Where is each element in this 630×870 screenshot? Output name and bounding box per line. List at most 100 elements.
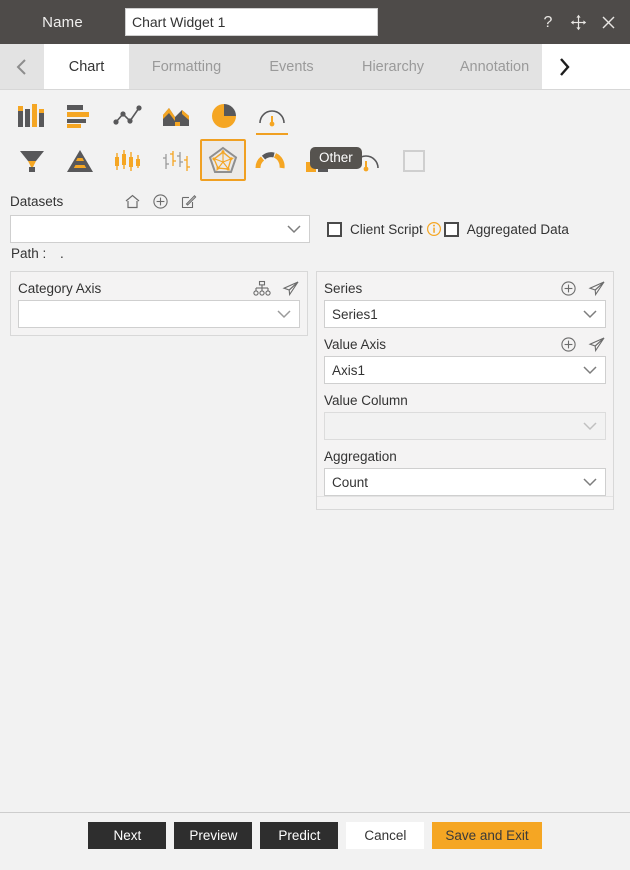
tab-annotation[interactable]: Annotation (447, 44, 542, 89)
predict-button[interactable]: Predict (260, 822, 339, 849)
chart-type-picker: Other (0, 90, 630, 186)
bar-chart-icon[interactable] (56, 94, 104, 138)
aggregated-data-label: Aggregated Data (466, 221, 569, 237)
datasets-select[interactable] (10, 215, 310, 243)
funnel-chart-icon[interactable] (8, 139, 56, 183)
series-title: Series (324, 280, 363, 296)
help-icon[interactable]: ? (538, 11, 558, 33)
value-column-select[interactable] (324, 412, 606, 440)
footer-padding (0, 864, 630, 870)
ohlc-chart-icon[interactable] (152, 139, 200, 183)
home-icon[interactable] (123, 192, 141, 210)
area-chart-icon[interactable] (152, 94, 200, 138)
bullet-chart-icon[interactable]: Other (294, 139, 362, 183)
svg-text:?: ? (544, 14, 553, 31)
candlestick-chart-icon[interactable] (104, 139, 152, 183)
category-axis-header-icons (253, 279, 300, 297)
value-axis-select[interactable]: Axis1 (324, 356, 606, 384)
series-header: Series (324, 278, 606, 298)
tab-formatting-label: Formatting (151, 58, 222, 75)
preview-button[interactable]: Preview (174, 822, 253, 849)
save-and-exit-button[interactable]: Save and Exit (432, 822, 542, 849)
tab-chart-label: Chart (68, 58, 105, 75)
series-config-panel: Series Series1 Value Axis Axis1 Value Co… (316, 271, 614, 510)
cancel-button[interactable]: Cancel (346, 822, 425, 849)
info-icon[interactable] (426, 221, 442, 237)
send-icon[interactable] (588, 279, 606, 297)
category-axis-panel: Category Axis (10, 271, 308, 336)
tab-annotation-label: Annotation (459, 58, 530, 75)
dialog-titlebar: Name ? (0, 0, 630, 44)
datasets-row: Client Script Aggregated Data (10, 215, 620, 243)
tabs-scroll-left-icon[interactable] (0, 44, 44, 89)
next-button[interactable]: Next (88, 822, 167, 849)
window-controls: ? (538, 11, 630, 33)
tab-bar: Chart Formatting Events Hierarchy Annota… (0, 44, 630, 90)
send-icon[interactable] (588, 335, 606, 353)
aggregation-value: Count (332, 474, 369, 490)
dial-gauge-chart-icon[interactable] (342, 139, 390, 183)
edit-icon[interactable] (179, 192, 197, 210)
chevron-down-icon (276, 307, 292, 322)
category-axis-header: Category Axis (18, 278, 300, 298)
dialog-footer: Next Preview Predict Cancel Save and Exi… (0, 812, 630, 864)
close-icon[interactable] (598, 11, 618, 33)
series-select[interactable]: Series1 (324, 300, 606, 328)
hierarchy-icon[interactable] (253, 279, 271, 297)
aggregation-title: Aggregation (324, 448, 397, 464)
tab-events[interactable]: Events (244, 44, 339, 89)
dataset-path-value: . (60, 246, 64, 261)
aggregated-data-group: Aggregated Data (443, 215, 569, 243)
half-gauge-chart-icon[interactable] (246, 139, 294, 183)
tab-hierarchy[interactable]: Hierarchy (339, 44, 447, 89)
aggregation-field: Aggregation Count (324, 446, 606, 496)
tab-chart[interactable]: Chart (44, 44, 129, 89)
category-axis-select[interactable] (18, 300, 300, 328)
datasets-section: Datasets Client Script Aggregated Data P… (0, 186, 630, 261)
client-script-checkbox[interactable] (327, 221, 342, 237)
tab-hierarchy-label: Hierarchy (361, 58, 425, 75)
plus-circle-icon[interactable] (559, 335, 577, 353)
column-chart-icon[interactable] (8, 94, 56, 138)
widget-name-input[interactable] (125, 8, 378, 36)
chevron-down-icon (582, 363, 598, 378)
radar-chart-icon[interactable] (200, 139, 246, 181)
plus-circle-icon[interactable] (559, 279, 577, 297)
scatter-line-chart-icon[interactable] (104, 94, 152, 138)
series-value: Series1 (332, 306, 378, 322)
value-axis-title: Value Axis (324, 336, 387, 352)
move-icon[interactable] (568, 11, 588, 33)
tab-formatting[interactable]: Formatting (129, 44, 244, 89)
series-panel-footer (317, 496, 613, 509)
gauge-chart-icon[interactable] (248, 94, 296, 138)
tabs-scroll-right-icon[interactable] (542, 44, 586, 89)
datasets-header: Datasets (10, 190, 620, 212)
chevron-down-icon (582, 475, 598, 490)
chevron-down-icon (286, 222, 302, 237)
value-axis-header: Value Axis (324, 334, 606, 354)
plus-circle-icon[interactable] (151, 192, 169, 210)
datasets-label: Datasets (10, 193, 64, 209)
chart-type-row-1 (8, 94, 630, 139)
tab-events-label: Events (269, 58, 314, 75)
dataset-path-label: Path : (11, 246, 47, 261)
placeholder-box-icon[interactable] (390, 139, 438, 183)
axis-config-panes: Category Axis Series Series1 Value Axis … (0, 261, 630, 510)
value-column-title: Value Column (324, 392, 408, 408)
chevron-down-icon (582, 419, 598, 434)
value-axis-header-icons (559, 335, 606, 353)
aggregated-data-checkbox[interactable] (443, 221, 459, 237)
value-column-field: Value Column (324, 390, 606, 440)
chart-type-row-2: Other (8, 139, 630, 184)
value-axis-field: Value Axis Axis1 (324, 334, 606, 384)
placeholder-box (403, 150, 425, 172)
aggregation-select[interactable]: Count (324, 468, 606, 496)
name-label: Name (42, 13, 83, 31)
send-icon[interactable] (282, 279, 300, 297)
chevron-down-icon (582, 307, 598, 322)
datasets-header-icons (123, 192, 197, 210)
chart-widget-dialog: Name ? (0, 0, 630, 870)
pyramid-chart-icon[interactable] (56, 139, 104, 183)
client-script-group: Client Script (327, 215, 442, 243)
pie-chart-icon[interactable] (200, 94, 248, 138)
